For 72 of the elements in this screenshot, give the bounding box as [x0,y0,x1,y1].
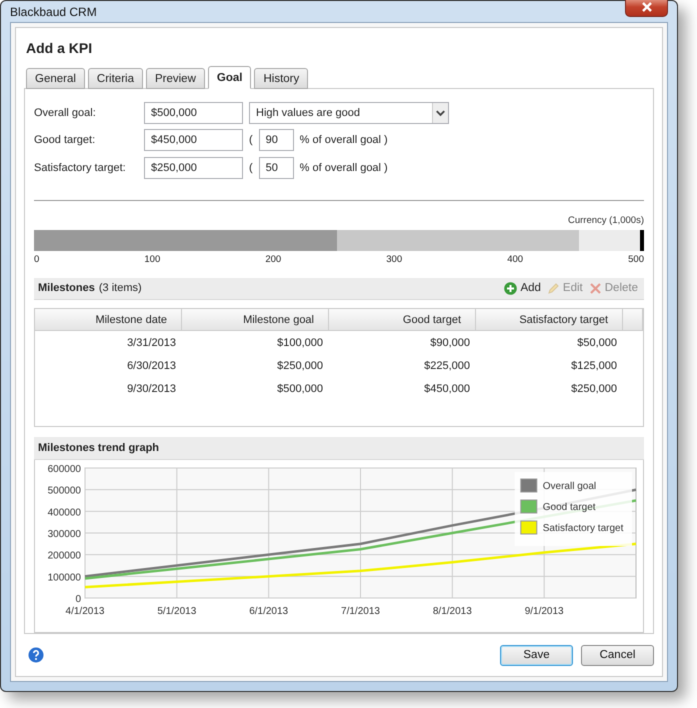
table-cell-text: $125,000 [570,360,618,372]
gauge-tick-label: 100 [144,254,160,265]
tab[interactable]: General [26,68,85,89]
gauge-tick-label: 500 [628,254,644,265]
close-icon [642,2,652,12]
column-header[interactable]: Milestone goal [182,309,329,330]
y-axis-label: 500000 [47,486,80,497]
gauge-tick-label: 400 [507,254,524,265]
x-axis-label: 7/1/2013 [340,606,380,618]
caret-icon [432,102,448,123]
section-title: Milestones [38,282,95,294]
gauge-caption: Currency (1,000s) [566,214,644,226]
table-cell-text: 9/30/2013 [126,382,177,395]
dialog-button[interactable]: Cancel [581,644,654,666]
close-button[interactable] [625,0,668,16]
parenthesis: ( [249,134,253,146]
percent-field[interactable]: 50 [258,156,294,179]
window-title: Blackbaud CRM [10,4,97,18]
plus-icon [504,282,518,295]
legend-label: Overall goal [542,481,596,492]
dropdown[interactable]: High values are good [249,102,449,124]
x-axis-label: 6/1/2013 [248,606,288,618]
help-icon[interactable] [28,647,44,663]
y-axis-label: 300000 [47,529,80,540]
field-label: Satisfactory target: [34,162,127,174]
table-cell-text: 6/30/2013 [126,360,177,372]
x-axis-label: 4/1/2013 [65,606,104,618]
column-header[interactable]: Satisfactory target [476,309,623,330]
tab[interactable]: History [254,68,308,89]
x-axis-label: 5/1/2013 [156,606,196,618]
x-axis-label: 8/1/2013 [432,606,472,618]
legend-label: Good target [542,502,596,514]
percent-field[interactable]: 90 [258,129,294,152]
percent-label: % of overall goal ) [300,134,388,146]
x-axis-label: 9/1/2013 [524,606,564,618]
gauge-tick-label: 300 [386,254,402,265]
y-axis-label: 200000 [47,550,80,562]
section-title: Milestones trend graph [38,442,160,454]
table-cell-text: $225,000 [423,360,471,372]
table-cell-text: $50,000 [576,336,618,349]
table-cell-text: $250,000 [570,382,618,395]
y-axis-label: 0 [74,594,80,606]
input-field[interactable]: $500,000 [144,102,243,124]
tab[interactable]: Goal [208,66,252,89]
gauge-tick-label: 200 [265,254,282,265]
tab[interactable]: Preview [146,68,205,89]
item-count: (3 items) [98,282,142,294]
table-cell-text: $100,000 [276,336,324,349]
table-cell-text: $500,000 [276,382,324,395]
column-header[interactable]: Milestone date [35,309,182,330]
y-axis-label: 100000 [47,572,80,584]
input-field[interactable]: $250,000 [144,156,243,179]
tab[interactable]: Criteria [88,68,143,89]
gauge-tick-label: 0 [34,254,40,265]
dialog-button[interactable]: Save [500,644,573,666]
percent-label: % of overall goal ) [300,162,388,174]
column-header[interactable]: Good target [329,309,476,330]
dialog-title: Add a KPI [26,40,94,56]
add-button[interactable]: Add [504,282,541,295]
table-cell-text: $450,000 [423,382,471,395]
pencil-icon [546,282,560,295]
field-label: Good target: [34,134,96,146]
parenthesis: ( [249,162,253,174]
input-field[interactable]: $450,000 [144,129,243,152]
legend-label: Satisfactory target [542,523,623,534]
y-axis-label: 600000 [47,464,80,476]
table-cell-text: 3/31/2013 [126,336,177,349]
table-cell-text: $250,000 [276,360,324,372]
y-axis-label: 400000 [47,507,80,518]
delete-icon [588,282,602,295]
table-cell-text: $90,000 [429,336,471,349]
field-label: Overall goal: [34,106,97,119]
